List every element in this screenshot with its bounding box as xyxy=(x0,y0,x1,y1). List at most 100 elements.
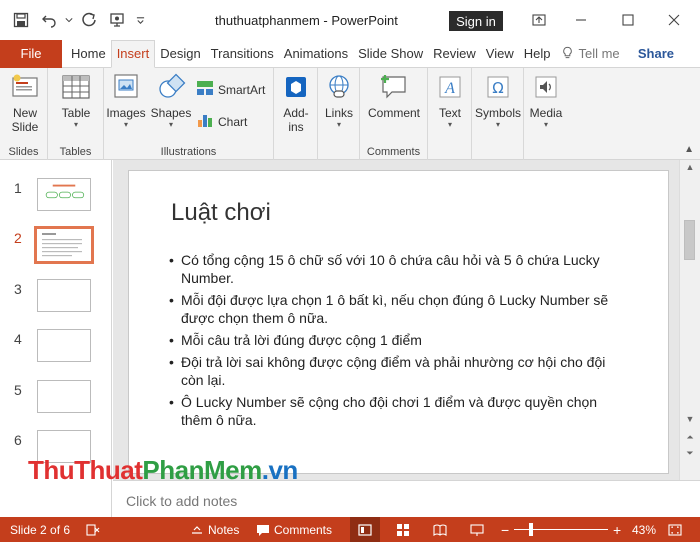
undo-icon[interactable] xyxy=(36,7,62,33)
group-text: A Text ▾ xyxy=(428,68,472,160)
links-label: Links xyxy=(324,106,353,120)
slide-show-button[interactable] xyxy=(470,517,484,542)
text-button[interactable]: A Text ▾ xyxy=(434,72,466,130)
minimize-icon[interactable] xyxy=(568,8,594,32)
tab-transitions[interactable]: Transitions xyxy=(206,40,279,68)
slide-sorter-button[interactable] xyxy=(396,517,410,542)
zoom-out-button[interactable]: − xyxy=(501,517,509,542)
slide-title[interactable]: Luật chơi xyxy=(171,199,271,227)
reading-view-button[interactable] xyxy=(433,517,447,542)
slide-thumbnail[interactable] xyxy=(37,178,91,211)
smartart-icon xyxy=(196,80,214,99)
images-label: Images xyxy=(106,106,146,120)
tell-me-label: Tell me xyxy=(578,46,620,61)
save-icon[interactable] xyxy=(8,7,34,33)
group-tables-label: Tables xyxy=(59,146,92,158)
group-links: Links ▾ xyxy=(318,68,360,160)
smartart-button[interactable]: SmartArt xyxy=(196,80,265,99)
tab-insert[interactable]: Insert xyxy=(110,39,156,68)
accessibility-icon[interactable] xyxy=(86,517,100,542)
slide-bullet-list[interactable]: Có tổng cộng 15 ô chữ số với 10 ô chứa c… xyxy=(169,251,629,433)
comment-button[interactable]: Comment xyxy=(364,72,424,120)
addins-icon xyxy=(280,72,312,102)
images-button[interactable]: Images ▾ xyxy=(106,72,146,130)
new-slide-icon xyxy=(9,72,41,102)
media-caret-icon: ▾ xyxy=(543,120,548,129)
speaker-icon xyxy=(530,72,562,102)
zoom-slider-thumb[interactable] xyxy=(529,523,534,536)
slide-thumbnail[interactable] xyxy=(37,279,91,312)
group-comments-label: Comments xyxy=(366,146,421,158)
tab-animations[interactable]: Animations xyxy=(279,40,353,68)
links-button[interactable]: Links ▾ xyxy=(323,72,355,130)
thumbnail-row[interactable]: 1 xyxy=(0,178,112,222)
collapse-ribbon-icon[interactable]: ▲ xyxy=(684,144,694,155)
comments-toggle[interactable]: Comments xyxy=(256,517,332,542)
chart-button[interactable]: Chart xyxy=(196,112,247,131)
customize-toolbar-icon[interactable] xyxy=(132,7,148,33)
new-slide-label-2: Slide xyxy=(11,120,39,134)
notes-toggle[interactable]: Notes xyxy=(190,517,239,542)
smartart-label: SmartArt xyxy=(218,82,266,97)
zoom-slider-track[interactable] xyxy=(514,529,608,530)
group-slides-label: Slides xyxy=(8,146,39,158)
tab-slide-show[interactable]: Slide Show xyxy=(353,40,428,68)
slide-sorter-icon xyxy=(397,523,409,536)
thumbnail-number: 4 xyxy=(14,331,22,347)
symbols-button[interactable]: Ω Symbols ▾ xyxy=(475,72,521,130)
undo-dropdown-icon[interactable] xyxy=(64,7,74,33)
zoom-level[interactable]: 43% xyxy=(632,517,656,542)
chart-label: Chart xyxy=(218,114,248,129)
slide-canvas[interactable]: Luật chơi Có tổng cộng 15 ô chữ số với 1… xyxy=(128,170,669,474)
bullet-item: Có tổng cộng 15 ô chữ số với 10 ô chứa c… xyxy=(169,251,629,287)
new-slide-button[interactable]: New Slide xyxy=(6,72,44,134)
maximize-icon[interactable] xyxy=(615,8,641,32)
symbols-icon: Ω xyxy=(482,72,514,102)
thumbnail-row[interactable]: 4 xyxy=(0,329,112,373)
redo-icon[interactable] xyxy=(76,7,102,33)
media-button[interactable]: Media ▾ xyxy=(528,72,564,130)
zoom-in-button[interactable]: + xyxy=(613,517,621,542)
comments-toggle-label: Comments xyxy=(274,522,333,537)
share-button[interactable]: Share xyxy=(638,46,674,61)
sign-in-button[interactable]: Sign in xyxy=(449,11,503,31)
watermark-part: .vn xyxy=(261,455,299,485)
addins-button[interactable]: Add- ins xyxy=(280,72,312,134)
slide-thumbnail[interactable] xyxy=(37,329,91,362)
close-icon[interactable] xyxy=(661,8,687,32)
ribbon-display-options-icon[interactable] xyxy=(526,8,552,32)
tell-me-box[interactable]: Tell me xyxy=(555,46,620,62)
chart-icon xyxy=(196,112,214,131)
tab-review[interactable]: Review xyxy=(428,40,481,68)
previous-slide-icon[interactable]: ⏶ xyxy=(683,432,697,443)
watermark-part: ThuThuat xyxy=(28,455,143,485)
status-bar: Slide 2 of 6 Notes Comments − + 43% xyxy=(0,517,700,542)
thumbnail-row[interactable]: 5 xyxy=(0,380,112,424)
tab-view[interactable]: View xyxy=(481,40,519,68)
editor-vertical-scrollbar[interactable]: ▲ ▼ ⏶ ⏷ xyxy=(679,160,700,480)
svg-text:A: A xyxy=(444,80,455,97)
media-label: Media xyxy=(529,106,563,120)
tab-file[interactable]: File xyxy=(0,39,62,68)
scroll-down-icon[interactable]: ▼ xyxy=(683,414,697,424)
text-label: Text xyxy=(438,106,461,120)
bullet-item: Mỗi câu trả lời đúng được cộng 1 điểm xyxy=(169,331,629,349)
next-slide-icon[interactable]: ⏷ xyxy=(683,448,697,459)
normal-view-button[interactable] xyxy=(350,517,380,542)
slide-thumbnail-active[interactable] xyxy=(34,226,94,264)
fit-slide-button[interactable] xyxy=(668,517,682,542)
slide-thumbnail[interactable] xyxy=(37,380,91,413)
tab-help[interactable]: Help xyxy=(519,40,556,68)
tab-home[interactable]: Home xyxy=(66,40,111,68)
present-from-beginning-icon[interactable] xyxy=(104,7,130,33)
table-button[interactable]: Table ▾ xyxy=(58,72,94,130)
shapes-button[interactable]: Shapes ▾ xyxy=(150,72,192,130)
thumbnail-row[interactable]: 3 xyxy=(0,279,112,323)
scroll-up-icon[interactable]: ▲ xyxy=(683,162,697,172)
scrollbar-thumb[interactable] xyxy=(684,220,695,260)
links-caret-icon: ▾ xyxy=(336,120,341,129)
thumbnail-row[interactable]: 2 xyxy=(0,226,112,272)
comments-icon xyxy=(257,524,269,536)
tab-design[interactable]: Design xyxy=(155,40,205,68)
lightbulb-icon xyxy=(561,46,574,62)
